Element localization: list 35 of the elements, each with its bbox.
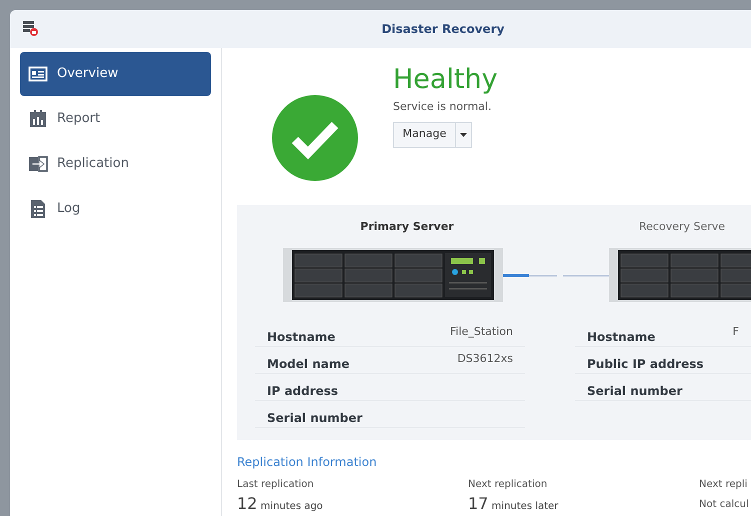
info-value: 12 minutes ago (237, 493, 324, 515)
sidebar-item[interactable]: Overview (20, 52, 211, 96)
field-label: Model name (267, 356, 350, 373)
status-message: Service is normal. (393, 99, 492, 115)
id-card-icon (28, 64, 48, 84)
status-title: Healthy (393, 63, 498, 97)
window-title: Disaster Recovery (380, 21, 504, 38)
check-circle-icon (271, 94, 359, 182)
field-label: Public IP address (587, 356, 704, 373)
sidebar-item[interactable]: Log (20, 187, 211, 231)
server-title: Recovery Serve (638, 219, 726, 236)
caret-icon (460, 132, 467, 136)
list-document-icon (28, 199, 48, 219)
info-value: 17 minutes later (468, 493, 560, 515)
transfer-arrow-icon (28, 154, 48, 174)
app-icon (22, 20, 38, 36)
field-label: Hostname (587, 328, 656, 346)
field-label: Hostname (267, 328, 336, 346)
manage-button[interactable]: Manage (394, 122, 455, 146)
info-label: Next repli (699, 478, 748, 492)
report-chart-icon (28, 109, 48, 129)
info-label: Next replication (468, 478, 548, 492)
field-value: DS3612xs (457, 350, 513, 367)
sidebar-item[interactable]: Replication (20, 142, 211, 186)
connection-line (503, 272, 557, 278)
section-title: Replication Information (237, 454, 378, 471)
sidebar-item[interactable]: Report (20, 97, 211, 141)
field-label: Serial number (267, 410, 362, 427)
field-label: IP address (267, 382, 338, 400)
info-label: Last replication (237, 478, 315, 492)
server-title: Primary Server (359, 219, 455, 236)
info-value: Not calcul (699, 498, 750, 512)
field-label: Serial number (587, 382, 682, 400)
field-value: F (732, 324, 739, 340)
field-value: File_Station (450, 324, 513, 340)
